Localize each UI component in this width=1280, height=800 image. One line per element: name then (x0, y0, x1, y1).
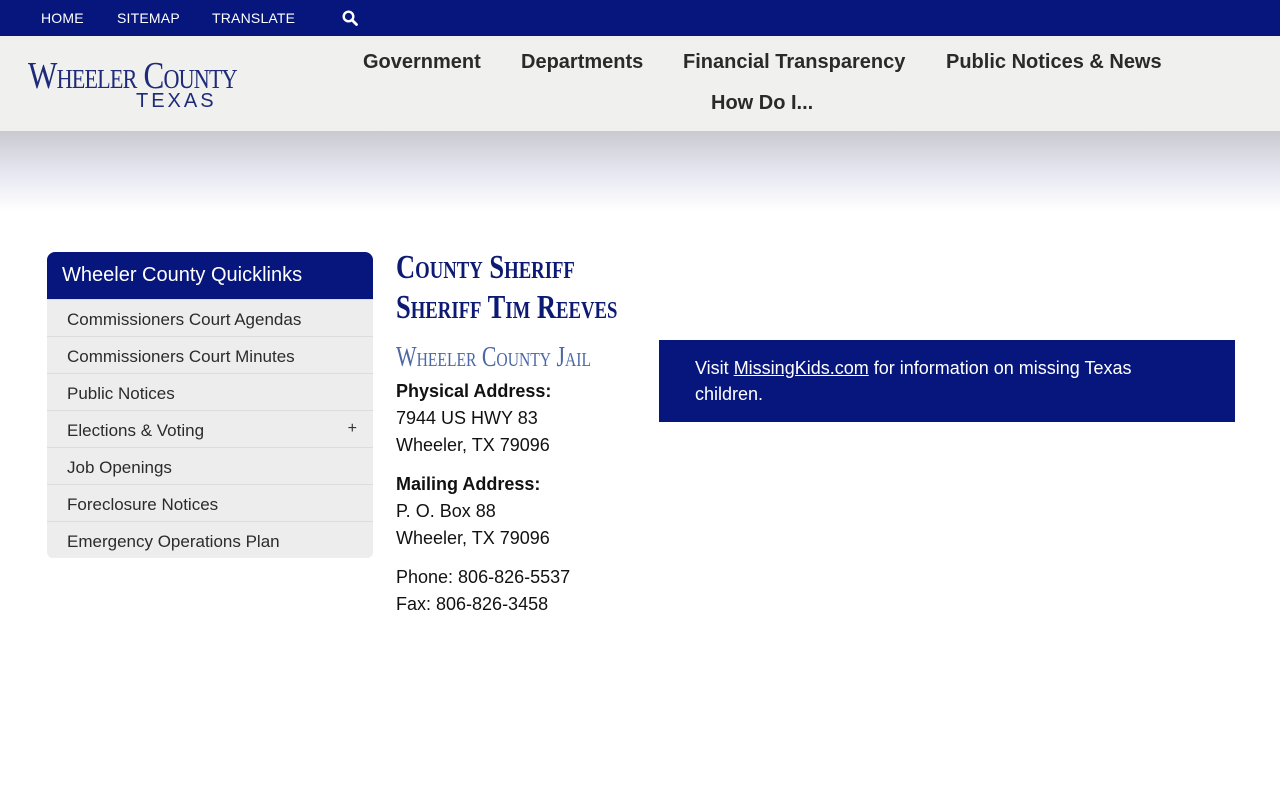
expand-icon[interactable]: + (348, 420, 357, 438)
missing-kids-notice: Visit MissingKids.com for information on… (659, 340, 1235, 422)
quicklinks-sidebar: Wheeler County Quicklinks Commissioners … (47, 252, 373, 558)
quicklink-label: Emergency Operations Plan (67, 532, 280, 551)
notice-prefix: Visit (695, 358, 734, 378)
page-title-line1: County Sheriff (396, 249, 575, 286)
quicklink-item[interactable]: Commissioners Court Agendas (47, 299, 373, 336)
quicklinks-list: Commissioners Court Agendas Commissioner… (47, 299, 373, 558)
nav-public-notices-news[interactable]: Public Notices & News (946, 51, 1162, 74)
phone-number: Phone: 806-826-5537 (396, 567, 571, 587)
header-gradient-band (0, 131, 1280, 211)
quicklink-label: Public Notices (67, 384, 175, 403)
quicklink-label: Job Openings (67, 458, 172, 477)
quicklink-item[interactable]: Foreclosure Notices (47, 484, 373, 521)
translate-link[interactable]: TRANSLATE (212, 10, 295, 26)
sitemap-link[interactable]: SITEMAP (117, 10, 180, 26)
missingkids-link[interactable]: MissingKids.com (734, 358, 869, 378)
utility-bar: HOME SITEMAP TRANSLATE (0, 0, 1280, 36)
quicklink-item[interactable]: Elections & Voting + (47, 410, 373, 447)
home-link[interactable]: HOME (41, 10, 84, 26)
quicklink-item[interactable]: Job Openings (47, 447, 373, 484)
quicklink-label: Foreclosure Notices (67, 495, 219, 514)
logo-sub-text: TEXAS (136, 90, 217, 112)
physical-address-line1: 7944 US HWY 83 (396, 408, 538, 428)
quicklink-item[interactable]: Commissioners Court Minutes (47, 336, 373, 373)
nav-financial-transparency[interactable]: Financial Transparency (683, 51, 905, 74)
mailing-address-line1: P. O. Box 88 (396, 501, 496, 521)
nav-departments[interactable]: Departments (521, 51, 643, 74)
quicklink-item[interactable]: Public Notices (47, 373, 373, 410)
nav-how-do-i[interactable]: How Do I... (711, 92, 813, 115)
quicklink-label: Commissioners Court Minutes (67, 347, 295, 366)
quicklink-label: Elections & Voting (67, 421, 205, 440)
quicklinks-title: Wheeler County Quicklinks (47, 252, 373, 299)
section-heading: Wheeler County Jail (396, 342, 591, 373)
fax-number: Fax: 806-826-3458 (396, 594, 549, 614)
county-logo[interactable]: Wheeler County TEXAS (28, 54, 238, 114)
main-content: County Sheriff Sheriff Tim Reeves Wheele… (396, 248, 646, 618)
page-title-line2: Sheriff Tim Reeves (396, 289, 618, 326)
mailing-address-label: Mailing Address: (396, 474, 541, 494)
nav-government[interactable]: Government (363, 51, 481, 74)
physical-address-line2: Wheeler, TX 79096 (396, 435, 550, 455)
search-icon[interactable] (342, 10, 358, 26)
mailing-address-line2: Wheeler, TX 79096 (396, 528, 550, 548)
quicklink-label: Commissioners Court Agendas (67, 310, 302, 329)
site-header: Wheeler County TEXAS Government Departme… (0, 36, 1280, 131)
quicklink-item[interactable]: Emergency Operations Plan (47, 521, 373, 558)
physical-address-label: Physical Address: (396, 381, 552, 401)
